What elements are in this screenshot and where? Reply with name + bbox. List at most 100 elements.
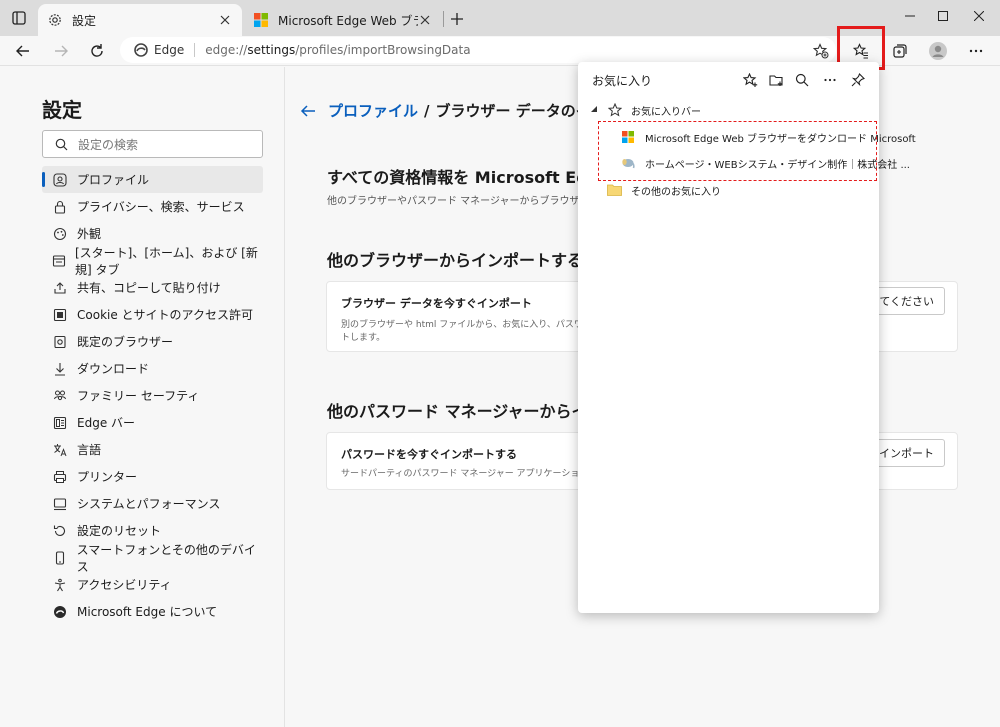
appearance-icon bbox=[52, 226, 68, 242]
sidebar-item-printers[interactable]: プリンター bbox=[42, 463, 263, 490]
lock-icon bbox=[52, 199, 68, 215]
sidebar-nav: プロファイル プライバシー、検索、サービス 外観 [スタート]、[ホーム]、およ… bbox=[42, 166, 263, 625]
more-menu-button[interactable] bbox=[963, 38, 989, 64]
family-icon bbox=[52, 388, 68, 404]
sidebar-item-label: 設定のリセット bbox=[77, 524, 162, 538]
search-icon bbox=[55, 138, 68, 151]
sidebar-item-share-copy-paste[interactable]: 共有、コピーして貼り付け bbox=[42, 274, 263, 301]
sidebar-item-label: スマートフォンとその他のデバイス bbox=[76, 542, 256, 574]
close-window-button[interactable] bbox=[964, 4, 994, 28]
section-title-credentials: すべての資格情報を Microsoft Edge bbox=[327, 168, 610, 187]
collections-button[interactable] bbox=[887, 38, 913, 64]
minimize-icon bbox=[905, 15, 915, 17]
printer-icon bbox=[52, 469, 68, 485]
sidebar-item-label: アクセシビリティ bbox=[77, 578, 172, 592]
maximize-button[interactable] bbox=[928, 4, 958, 28]
sidebar-item-label: Edge バー bbox=[77, 416, 136, 430]
sidebar-item-profiles[interactable]: プロファイル bbox=[42, 166, 263, 193]
tab-separator bbox=[443, 11, 444, 27]
forward-button[interactable] bbox=[48, 38, 74, 64]
section-title-other-browsers: 他のブラウザーからインポートする bbox=[327, 251, 584, 270]
pin-icon[interactable] bbox=[848, 70, 868, 90]
card-title: パスワードを今すぐインポートする bbox=[341, 448, 517, 461]
system-icon bbox=[52, 496, 68, 512]
url-text: edge://settings/profiles/importBrowsingD… bbox=[205, 43, 471, 57]
back-button[interactable] bbox=[10, 38, 36, 64]
add-favorite-icon[interactable] bbox=[740, 70, 760, 90]
sidebar-item-downloads[interactable]: ダウンロード bbox=[42, 355, 263, 382]
more-icon bbox=[969, 49, 983, 53]
sidebar-item-family-safety[interactable]: ファミリー セーフティ bbox=[42, 382, 263, 409]
sidebar-item-label: 既定のブラウザー bbox=[77, 335, 174, 349]
share-icon bbox=[52, 280, 68, 296]
breadcrumb-profiles-link[interactable]: プロファイル bbox=[328, 100, 418, 121]
sidebar-item-default-browser[interactable]: 既定のブラウザー bbox=[42, 328, 263, 355]
close-icon[interactable] bbox=[218, 13, 232, 27]
address-bar[interactable]: Edge edge://settings/profiles/importBrow… bbox=[120, 37, 836, 63]
edge-bar-icon bbox=[52, 415, 68, 431]
profile-button[interactable] bbox=[925, 38, 951, 64]
add-folder-icon[interactable] bbox=[766, 70, 786, 90]
close-icon bbox=[974, 11, 984, 21]
microsoft-logo-icon bbox=[254, 13, 268, 27]
address-separator bbox=[194, 43, 196, 57]
card-description: 別のブラウザーや html ファイルから、お気に入り、パスワード、履 bbox=[341, 320, 619, 330]
tab-actions-button[interactable] bbox=[6, 6, 32, 30]
sidebar-item-label: 共有、コピーして貼り付け bbox=[77, 281, 221, 295]
language-icon bbox=[52, 442, 68, 458]
expand-triangle-icon[interactable] bbox=[590, 106, 598, 114]
folder-icon bbox=[607, 184, 622, 196]
search-input[interactable]: 設定の検索 bbox=[42, 130, 263, 158]
sidebar-item-label: プライバシー、検索、サービス bbox=[77, 200, 245, 214]
sidebar-item-phone-devices[interactable]: スマートフォンとその他のデバイス bbox=[42, 543, 263, 574]
sidebar-item-privacy[interactable]: プライバシー、検索、サービス bbox=[42, 193, 263, 220]
avatar-icon bbox=[929, 42, 947, 60]
minimize-button[interactable] bbox=[895, 4, 925, 28]
other-favorites-folder[interactable]: その他のお気に入り bbox=[578, 179, 879, 201]
other-favorites-label: その他のお気に入り bbox=[631, 186, 721, 198]
collections-icon bbox=[893, 44, 907, 58]
sidebar-item-about-edge[interactable]: Microsoft Edge について bbox=[42, 598, 263, 625]
sidebar-item-label: ファミリー セーフティ bbox=[77, 389, 200, 403]
card-description-line2: トします。 bbox=[341, 333, 386, 343]
sidebar-item-accessibility[interactable]: アクセシビリティ bbox=[42, 571, 263, 598]
search-icon[interactable] bbox=[792, 70, 812, 90]
arrow-left-icon bbox=[16, 45, 29, 57]
sidebar-item-label: Cookie とサイトのアクセス許可 bbox=[77, 308, 253, 322]
sidebar-item-edge-bar[interactable]: Edge バー bbox=[42, 409, 263, 436]
sidebar-item-label: 外観 bbox=[77, 227, 102, 241]
sidebar-item-start-home-newtab[interactable]: [スタート]、[ホーム]、および [新規] タブ bbox=[42, 246, 263, 277]
breadcrumb-separator: / bbox=[424, 101, 430, 120]
favorites-title: お気に入り bbox=[592, 74, 653, 88]
tab-actions-icon bbox=[12, 11, 26, 25]
favorites-items-highlight bbox=[598, 121, 877, 181]
star-add-icon bbox=[813, 43, 829, 59]
reset-icon bbox=[52, 523, 68, 539]
sidebar-divider bbox=[284, 67, 285, 727]
back-arrow-icon[interactable] bbox=[300, 104, 316, 118]
default-browser-icon bbox=[52, 334, 68, 350]
refresh-button[interactable] bbox=[84, 38, 110, 64]
sidebar-item-cookies-permissions[interactable]: Cookie とサイトのアクセス許可 bbox=[42, 301, 263, 328]
sidebar-item-languages[interactable]: 言語 bbox=[42, 436, 263, 463]
search-placeholder: 設定の検索 bbox=[78, 137, 139, 152]
sidebar-item-system-performance[interactable]: システムとパフォーマンス bbox=[42, 490, 263, 517]
tab-settings[interactable]: 設定 bbox=[38, 4, 242, 36]
sidebar-item-label: システムとパフォーマンス bbox=[77, 497, 221, 511]
new-tab-button[interactable] bbox=[446, 8, 468, 30]
star-icon bbox=[608, 103, 622, 117]
section-subtitle: 他のブラウザーやパスワード マネージャーからブラウザー デー bbox=[327, 196, 613, 207]
sidebar-item-label: プリンター bbox=[77, 470, 138, 484]
tab-title: Microsoft Edge Web ブラウザーをダ bbox=[278, 13, 418, 28]
site-label: Edge bbox=[154, 43, 185, 57]
phone-icon bbox=[52, 550, 68, 566]
favorites-bar-folder[interactable]: お気に入りバー bbox=[578, 99, 879, 121]
add-favorite-button[interactable] bbox=[808, 38, 834, 64]
edge-logo-icon bbox=[52, 604, 68, 620]
download-icon bbox=[52, 361, 68, 377]
plus-icon bbox=[451, 13, 463, 25]
close-icon[interactable] bbox=[418, 13, 432, 27]
sidebar-item-label: プロファイル bbox=[77, 173, 150, 187]
more-icon[interactable] bbox=[820, 70, 840, 90]
tab-edge-download[interactable]: Microsoft Edge Web ブラウザーをダ bbox=[244, 4, 442, 36]
